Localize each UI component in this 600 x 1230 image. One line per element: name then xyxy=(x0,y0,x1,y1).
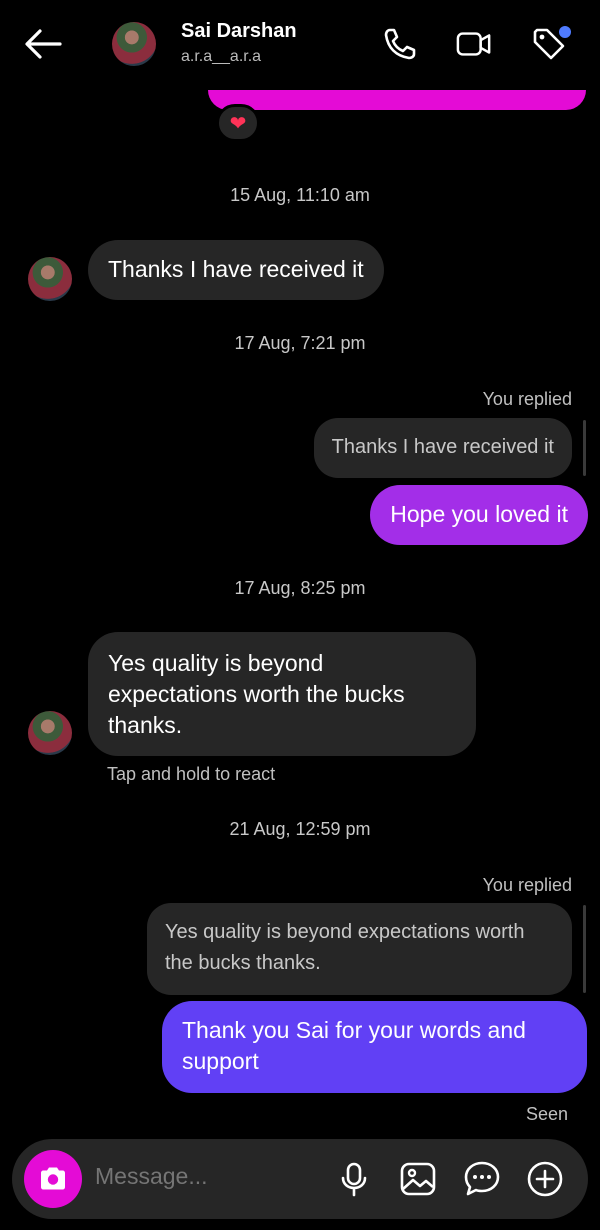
quote-bar xyxy=(583,905,586,993)
contact-name[interactable]: Sai Darshan xyxy=(181,20,297,43)
sticker-chat-icon[interactable] xyxy=(462,1159,502,1199)
notification-dot xyxy=(559,26,571,38)
message-composer xyxy=(12,1139,588,1219)
sender-avatar[interactable] xyxy=(28,711,72,755)
timestamp: 17 Aug, 7:21 pm xyxy=(234,333,366,353)
back-arrow-icon[interactable] xyxy=(22,26,64,62)
contact-username[interactable]: a.r.a__a.r.a xyxy=(181,48,261,66)
video-call-icon[interactable] xyxy=(456,26,492,62)
phone-icon[interactable] xyxy=(382,26,418,62)
react-hint: Tap and hold to react xyxy=(107,764,276,784)
seen-status: Seen xyxy=(525,1104,568,1124)
received-message[interactable]: Yes quality is beyond expectations worth… xyxy=(88,632,476,756)
sender-avatar[interactable] xyxy=(28,257,72,301)
timestamp: 21 Aug, 12:59 pm xyxy=(229,819,371,839)
you-replied-label: You replied xyxy=(482,389,572,409)
sent-message[interactable]: Hope you loved it xyxy=(370,485,588,545)
chat-header: Sai Darshan a.r.a__a.r.a xyxy=(0,0,600,90)
sent-message[interactable]: Thank you Sai for your words and support xyxy=(162,1001,587,1093)
microphone-icon[interactable] xyxy=(334,1159,374,1199)
quote-bar xyxy=(583,420,586,476)
gallery-icon[interactable] xyxy=(398,1159,438,1199)
message-input[interactable] xyxy=(95,1163,315,1190)
add-plus-icon[interactable] xyxy=(525,1159,565,1199)
heart-reaction-icon[interactable]: ❤ xyxy=(216,104,260,142)
you-replied-label: You replied xyxy=(482,875,572,895)
avatar[interactable] xyxy=(112,22,156,66)
timestamp: 15 Aug, 11:10 am xyxy=(230,185,370,205)
timestamp: 17 Aug, 8:25 pm xyxy=(234,578,366,598)
reply-quote[interactable]: Thanks I have received it xyxy=(313,418,572,478)
received-message[interactable]: Thanks I have received it xyxy=(88,240,384,300)
camera-icon xyxy=(41,1167,65,1190)
reply-quote[interactable]: Yes quality is beyond expectations worth… xyxy=(147,903,572,995)
camera-button[interactable] xyxy=(24,1150,82,1208)
